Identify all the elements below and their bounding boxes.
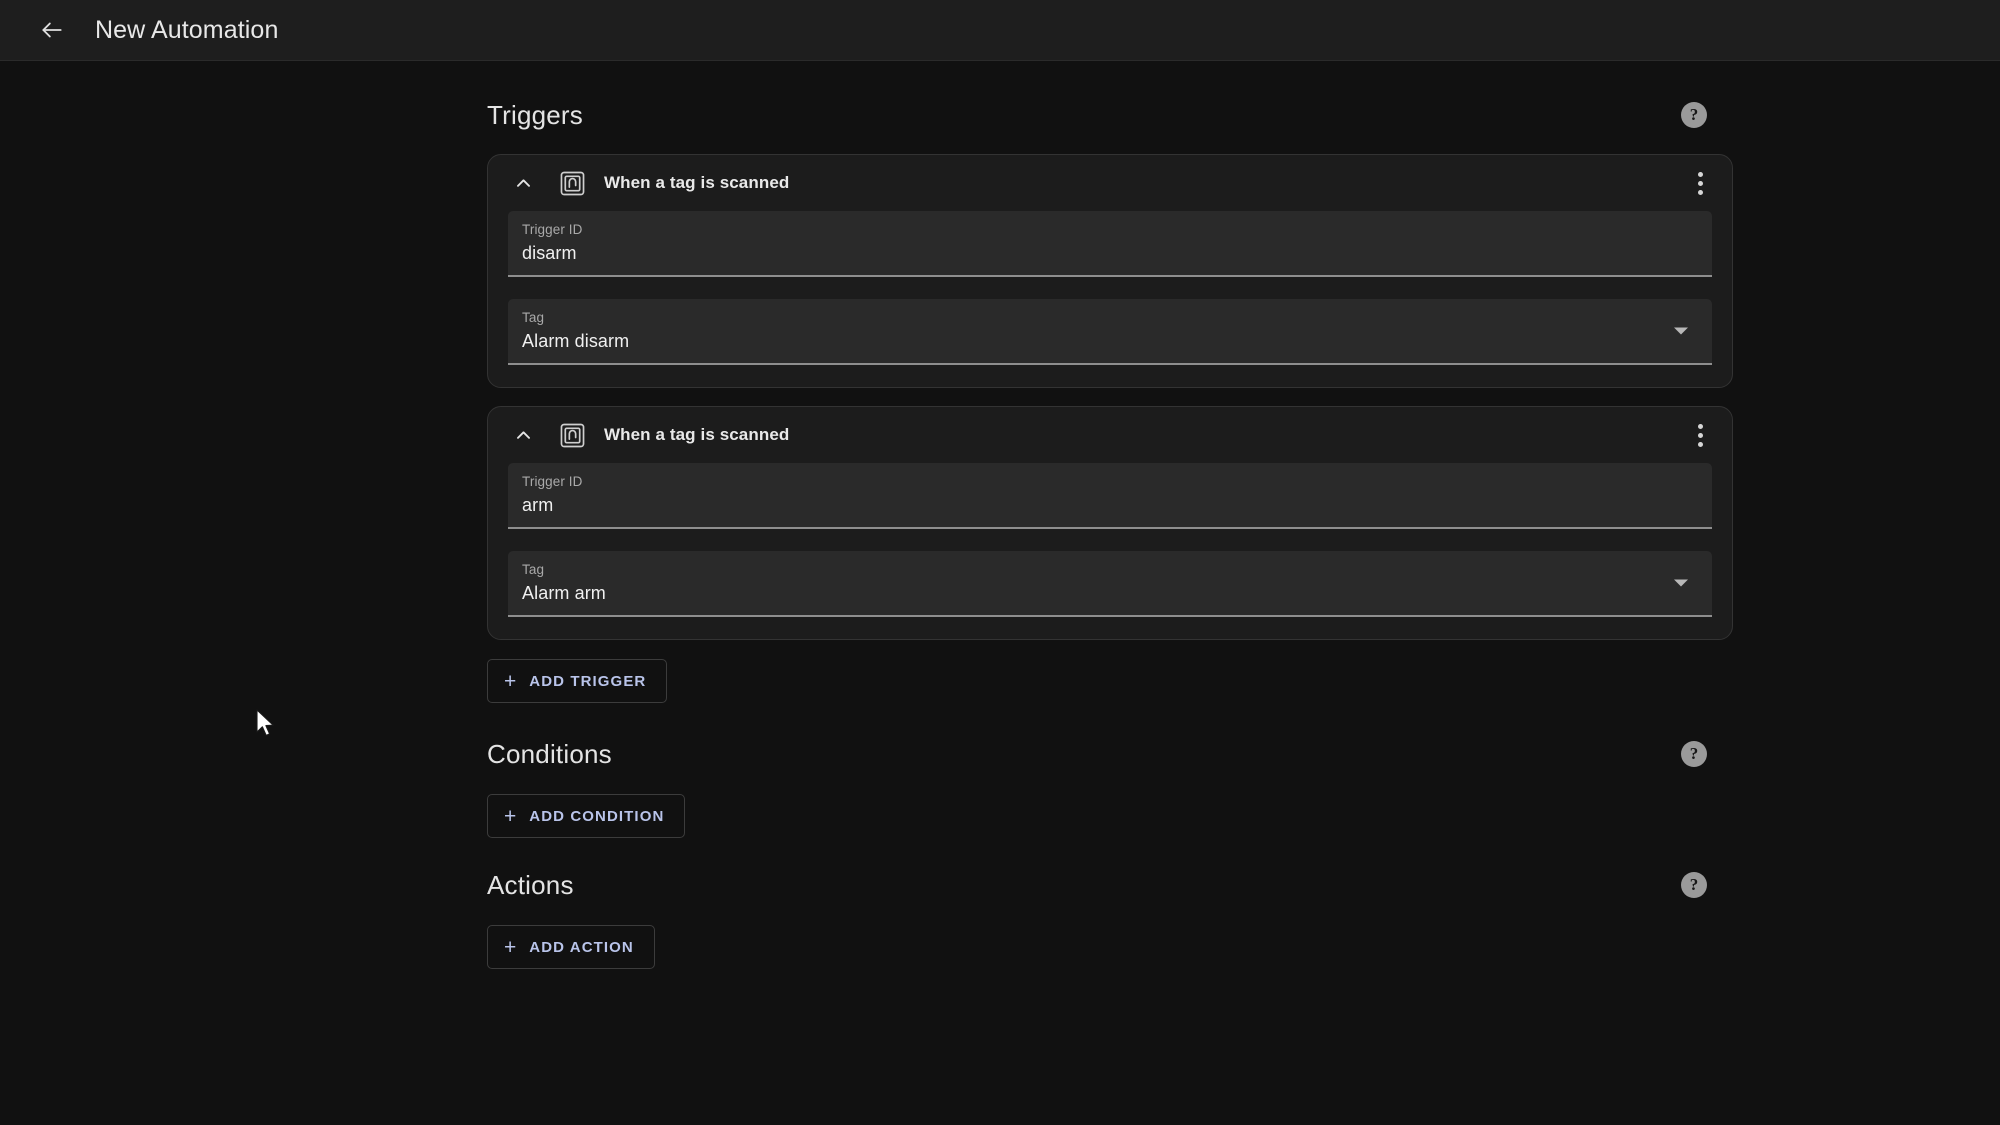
help-circle-icon-conditions[interactable]: ? — [1681, 741, 1707, 767]
chevron-down-icon[interactable] — [1674, 327, 1688, 335]
trigger-card: When a tag is scanned Trigger ID disarm … — [487, 154, 1733, 388]
back-button[interactable] — [28, 6, 76, 54]
triggers-section-header: Triggers ? — [487, 94, 1733, 136]
arrow-left-icon — [39, 17, 65, 43]
trigger-id-label: Trigger ID — [522, 474, 583, 489]
trigger-id-field[interactable]: Trigger ID disarm — [508, 211, 1712, 277]
editor-content: Triggers ? When a tag is scanned Trigger… — [487, 61, 1733, 969]
trigger-card-title: When a tag is scanned — [604, 173, 790, 192]
tag-select-field[interactable]: Tag Alarm arm — [508, 551, 1712, 617]
add-condition-button[interactable]: + ADD CONDITION — [487, 794, 686, 838]
help-circle-icon-actions[interactable]: ? — [1681, 872, 1707, 898]
trigger-id-value: arm — [522, 495, 554, 515]
actions-title: Actions — [487, 869, 574, 900]
add-trigger-label: ADD TRIGGER — [529, 672, 647, 690]
plus-icon: + — [504, 935, 517, 959]
dots-vertical-icon[interactable] — [1682, 165, 1718, 201]
mouse-cursor — [255, 709, 277, 744]
trigger-card-header[interactable]: When a tag is scanned — [488, 155, 1732, 211]
nfc-tag-icon — [557, 420, 587, 450]
actions-section-header: Actions ? — [487, 864, 1733, 906]
app-top-bar: New Automation — [0, 0, 2000, 61]
trigger-id-field[interactable]: Trigger ID arm — [508, 463, 1712, 529]
trigger-id-value: disarm — [522, 243, 577, 263]
nfc-tag-icon — [557, 168, 587, 198]
trigger-card: When a tag is scanned Trigger ID arm Tag… — [487, 406, 1733, 640]
tag-label: Tag — [522, 562, 545, 577]
tag-value: Alarm disarm — [522, 331, 630, 351]
plus-icon: + — [504, 804, 517, 828]
chevron-down-icon[interactable] — [1674, 579, 1688, 587]
conditions-section-header: Conditions ? — [487, 733, 1733, 775]
page-title: New Automation — [95, 15, 279, 44]
conditions-title: Conditions — [487, 738, 612, 769]
tag-select-field[interactable]: Tag Alarm disarm — [508, 299, 1712, 365]
add-condition-label: ADD CONDITION — [529, 807, 665, 825]
chevron-up-icon[interactable] — [506, 166, 540, 200]
dots-vertical-icon[interactable] — [1682, 417, 1718, 453]
automation-editor-body: Triggers ? When a tag is scanned Trigger… — [0, 61, 2000, 1125]
tag-label: Tag — [522, 310, 545, 325]
trigger-card-header[interactable]: When a tag is scanned — [488, 407, 1732, 463]
plus-icon: + — [504, 669, 517, 693]
add-action-label: ADD ACTION — [529, 938, 634, 956]
triggers-title: Triggers — [487, 99, 583, 130]
trigger-card-title: When a tag is scanned — [604, 425, 790, 444]
chevron-up-icon[interactable] — [506, 418, 540, 452]
add-action-button[interactable]: + ADD ACTION — [487, 925, 655, 969]
trigger-id-label: Trigger ID — [522, 222, 583, 237]
help-circle-icon-triggers[interactable]: ? — [1681, 102, 1707, 128]
tag-value: Alarm arm — [522, 583, 606, 603]
add-trigger-button[interactable]: + ADD TRIGGER — [487, 659, 668, 703]
